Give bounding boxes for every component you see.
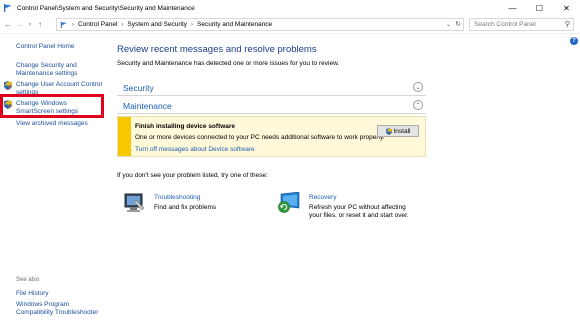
- page-title: Review recent messages and resolve probl…: [117, 44, 317, 55]
- alert-status-bar: [118, 117, 131, 156]
- section-security[interactable]: Security ⌄: [117, 80, 426, 96]
- install-button[interactable]: Install: [377, 125, 419, 137]
- recovery-desc-line2: your files, or reset it and start over.: [309, 212, 409, 219]
- troubleshooting-item[interactable]: Troubleshooting Find and fix problems: [124, 192, 244, 216]
- sidebar-item-home[interactable]: Control Panel Home: [16, 43, 75, 51]
- sidebar-item-archived-messages[interactable]: View archived messages: [16, 120, 88, 128]
- maximize-button[interactable]: ☐: [526, 0, 553, 16]
- troubleshooting-link[interactable]: Troubleshooting: [154, 194, 200, 201]
- alert-title: Finish installing device software: [135, 123, 236, 130]
- turn-off-messages-link[interactable]: Turn off messages about Device software: [135, 146, 255, 153]
- sidebar-item-change-security-settings[interactable]: Change Security and Maintenance settings: [16, 62, 96, 77]
- page-subtitle: Security and Maintenance has detected on…: [117, 60, 340, 67]
- uac-shield-icon: [4, 81, 12, 90]
- back-arrow-icon[interactable]: ←: [2, 18, 14, 32]
- refresh-icon[interactable]: ↻: [455, 19, 461, 31]
- highlight-annotation: [0, 94, 104, 118]
- alert-panel: Finish installing device software One or…: [117, 116, 426, 157]
- troubleshooting-icon: [124, 193, 145, 212]
- close-button[interactable]: ✕: [553, 0, 580, 16]
- address-field[interactable]: › Control Panel › System and Security › …: [56, 18, 464, 31]
- window-title: Control Panel\System and Security\Securi…: [17, 4, 195, 12]
- search-icon[interactable]: ⚲: [565, 20, 570, 28]
- recovery-link[interactable]: Recovery: [309, 194, 336, 201]
- recovery-icon: [278, 192, 300, 213]
- chevron-down-icon[interactable]: ⌄: [413, 82, 423, 92]
- help-icon[interactable]: ?: [570, 37, 578, 45]
- install-button-label: Install: [393, 127, 411, 135]
- chevron-right-icon: ›: [72, 21, 74, 28]
- problem-prompt: If you don't see your problem listed, tr…: [117, 172, 268, 179]
- see-also-heading: See also: [16, 277, 40, 283]
- troubleshooting-desc: Find and fix problems: [154, 204, 217, 211]
- forward-arrow-icon[interactable]: →: [14, 18, 26, 32]
- chevron-right-icon[interactable]: ›: [191, 22, 193, 28]
- alert-body: One or more devices connected to your PC…: [135, 134, 385, 141]
- title-bar: Control Panel\System and Security\Securi…: [0, 0, 580, 16]
- up-arrow-icon[interactable]: ↑: [34, 18, 46, 32]
- see-also-file-history[interactable]: File History: [16, 290, 49, 298]
- sidebar: Control Panel Home Change Security and M…: [0, 34, 110, 327]
- recent-dropdown-icon[interactable]: ▼: [26, 18, 34, 32]
- section-maintenance[interactable]: Maintenance ⌃: [117, 98, 426, 114]
- section-security-title[interactable]: Security: [123, 83, 154, 93]
- breadcrumb-control-panel[interactable]: Control Panel: [78, 21, 117, 28]
- chevron-up-icon[interactable]: ⌃: [413, 100, 423, 110]
- see-also-compatibility-troubleshooter[interactable]: Windows Program Compatibility Troublesho…: [16, 301, 104, 316]
- address-bar: ← → ▼ ↑ › Control Panel › System and Sec…: [0, 16, 580, 34]
- breadcrumb-security-maintenance[interactable]: Security and Maintenance: [197, 21, 272, 28]
- uac-shield-icon: [385, 127, 392, 135]
- breadcrumb-system-security[interactable]: System and Security: [127, 21, 187, 28]
- chevron-right-icon[interactable]: ›: [121, 22, 123, 28]
- chevron-down-icon[interactable]: ⌄: [446, 19, 451, 31]
- recovery-item[interactable]: Recovery Refresh your PC without affecti…: [277, 192, 427, 222]
- recovery-desc-line1: Refresh your PC without affecting: [309, 204, 406, 211]
- control-panel-icon: [3, 3, 13, 13]
- search-input[interactable]: Search Control Panel ⚲: [469, 18, 574, 31]
- address-flag-icon: [60, 21, 68, 29]
- search-placeholder: Search Control Panel: [474, 21, 536, 28]
- section-maintenance-title[interactable]: Maintenance: [123, 101, 172, 111]
- minimize-button[interactable]: —: [499, 0, 526, 16]
